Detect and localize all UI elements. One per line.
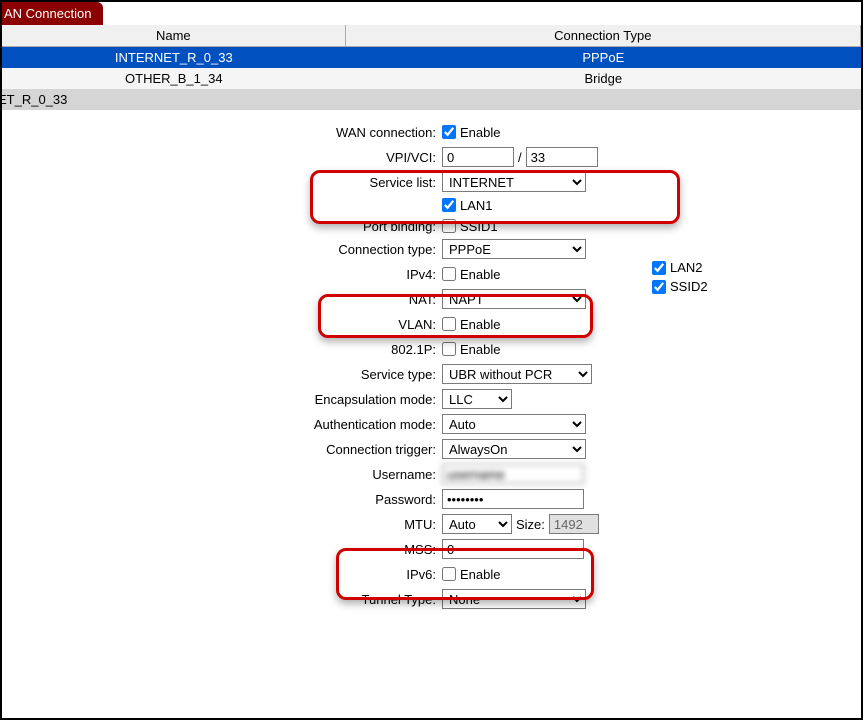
password-label: Password: <box>2 492 442 507</box>
service-list-label: Service list: <box>2 175 442 190</box>
table-row[interactable]: INTERNET_R_0_33 PPPoE <box>2 47 861 68</box>
8021p-label: 802.1P: <box>2 342 442 357</box>
auth-mode-select[interactable]: Auto <box>442 414 586 434</box>
8021p-enable[interactable]: Enable <box>442 342 500 357</box>
mss-label: MSS: <box>2 542 442 557</box>
connection-type-label: Connection type: <box>2 242 442 257</box>
nat-select[interactable]: NAPT <box>442 289 586 309</box>
service-list-select[interactable]: INTERNET <box>442 172 586 192</box>
mss-input[interactable] <box>442 539 584 559</box>
ssid2-checkbox-wrap[interactable]: SSID2 <box>652 279 708 294</box>
vlan-label: VLAN: <box>2 317 442 332</box>
ssid1-checkbox-wrap[interactable]: SSID1 <box>442 219 498 234</box>
8021p-enable-text: Enable <box>460 342 500 357</box>
form-area: WAN connection: Enable VPI/VCI: / Servic… <box>2 110 861 611</box>
ssid2-text: SSID2 <box>670 279 708 294</box>
nat-label: NAT: <box>2 292 442 307</box>
password-input[interactable] <box>442 489 584 509</box>
col-name: Name <box>2 25 346 46</box>
ipv4-checkbox[interactable] <box>442 267 456 281</box>
vlan-enable-text: Enable <box>460 317 500 332</box>
tunnel-type-label: Tunnel Type: <box>2 592 442 607</box>
row-ctype: Bridge <box>346 68 861 89</box>
row-name: OTHER_B_1_34 <box>2 68 346 89</box>
ipv6-label: IPv6: <box>2 567 442 582</box>
tab-label: AN Connection <box>4 6 91 21</box>
row-ctype: PPPoE <box>346 47 861 68</box>
lan2-text: LAN2 <box>670 260 703 275</box>
ipv6-enable[interactable]: Enable <box>442 567 500 582</box>
conn-trigger-select[interactable]: AlwaysOn <box>442 439 586 459</box>
vpi-input[interactable] <box>442 147 514 167</box>
service-type-select[interactable]: UBR without PCR <box>442 364 592 384</box>
auth-mode-label: Authentication mode: <box>2 417 442 432</box>
mtu-size-input[interactable] <box>549 514 599 534</box>
vpi-vci-sep: / <box>518 150 522 165</box>
vci-input[interactable] <box>526 147 598 167</box>
right-port-binding: LAN2 SSID2 <box>652 260 708 294</box>
col-ctype: Connection Type <box>346 25 861 46</box>
ipv4-enable-text: Enable <box>460 267 500 282</box>
ipv6-enable-text: Enable <box>460 567 500 582</box>
encapsulation-label: Encapsulation mode: <box>2 392 442 407</box>
lan2-checkbox[interactable] <box>652 261 666 275</box>
vpi-vci-label: VPI/VCI: <box>2 150 442 165</box>
connection-table: Name Connection Type INTERNET_R_0_33 PPP… <box>2 25 861 89</box>
row-name: INTERNET_R_0_33 <box>2 47 346 68</box>
lan1-checkbox[interactable] <box>442 198 456 212</box>
table-header: Name Connection Type <box>2 25 861 47</box>
vlan-checkbox[interactable] <box>442 317 456 331</box>
vlan-enable[interactable]: Enable <box>442 317 500 332</box>
service-type-label: Service type: <box>2 367 442 382</box>
encapsulation-select[interactable]: LLC <box>442 389 512 409</box>
ssid2-checkbox[interactable] <box>652 280 666 294</box>
wan-connection-checkbox[interactable] <box>442 125 456 139</box>
wan-connection-label: WAN connection: <box>2 125 442 140</box>
username-input[interactable] <box>442 464 584 484</box>
ipv4-enable[interactable]: Enable <box>442 267 500 282</box>
mtu-select[interactable]: Auto <box>442 514 512 534</box>
lan1-text: LAN1 <box>460 198 493 213</box>
enable-text: Enable <box>460 125 500 140</box>
section-title: ET_R_0_33 <box>0 89 861 110</box>
ssid1-checkbox[interactable] <box>442 219 456 233</box>
username-label: Username: <box>2 467 442 482</box>
mtu-size-label: Size: <box>516 517 545 532</box>
8021p-checkbox[interactable] <box>442 342 456 356</box>
tunnel-type-select[interactable]: None <box>442 589 586 609</box>
connection-type-select[interactable]: PPPoE <box>442 239 586 259</box>
conn-trigger-label: Connection trigger: <box>2 442 442 457</box>
lan1-checkbox-wrap[interactable]: LAN1 <box>442 198 493 213</box>
table-row[interactable]: OTHER_B_1_34 Bridge <box>2 68 861 89</box>
wan-connection-enable[interactable]: Enable <box>442 125 500 140</box>
port-binding-label: Port binding: <box>2 219 442 234</box>
ssid1-text: SSID1 <box>460 219 498 234</box>
ipv6-checkbox[interactable] <box>442 567 456 581</box>
mtu-label: MTU: <box>2 517 442 532</box>
tab-wan-connection[interactable]: AN Connection <box>0 2 103 25</box>
lan2-checkbox-wrap[interactable]: LAN2 <box>652 260 708 275</box>
ipv4-label: IPv4: <box>2 267 442 282</box>
